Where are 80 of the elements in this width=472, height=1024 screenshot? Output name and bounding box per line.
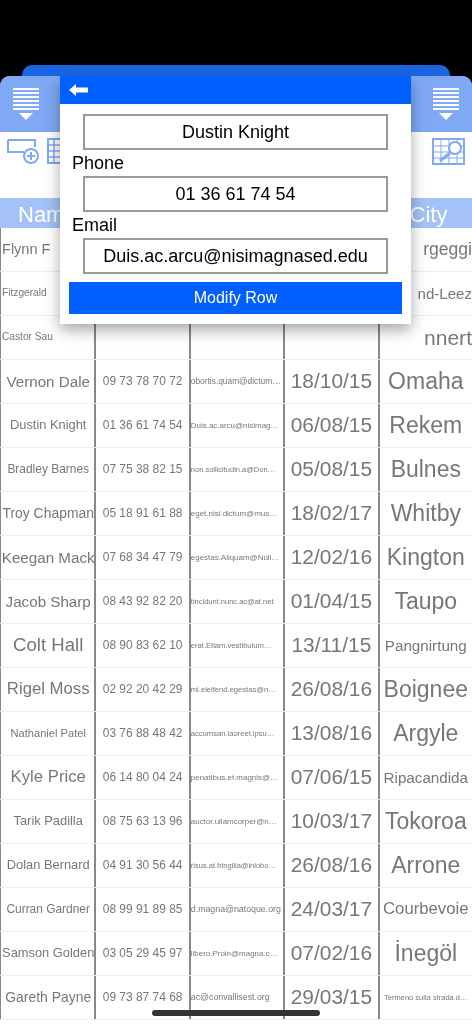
name-cell: Vernon Dale: [6, 373, 90, 390]
name-cell: Curran Gardner: [6, 903, 90, 916]
phone-cell: 05 18 91 61 88: [102, 507, 183, 520]
city-cell: Pangnirtung: [384, 637, 467, 654]
name-cell: Troy Chapman: [2, 506, 94, 521]
name-cell: Fitzgerald: [2, 288, 47, 299]
city-cell: Boignee: [383, 678, 468, 701]
name-cell: Tarik Padilla: [13, 815, 83, 828]
name-cell: Bradley Barnes: [7, 463, 89, 476]
city-cell: Rekem: [389, 414, 463, 437]
text-field[interactable]: 01 36 61 74 54: [83, 176, 388, 212]
city-cell: nd-Leez: [417, 285, 472, 302]
phone-cell: 08 75 63 13 96: [102, 815, 183, 828]
table-icon[interactable]: [47, 138, 61, 164]
text-field[interactable]: Duis.ac.arcu@nisimagnased.edu: [83, 238, 388, 274]
phone-cell: 08 99 91 89 85: [102, 903, 183, 916]
name-cell: Nathaniel Patel: [10, 727, 86, 740]
email-cell: obortis.quam@dictum…: [190, 377, 281, 386]
city-cell: Courbevoie: [383, 901, 469, 918]
city-cell: Tokoroa: [384, 810, 467, 833]
date-cell: 12/02/16: [290, 547, 373, 568]
menu-icon[interactable]: [11, 86, 41, 122]
name-cell: Keegan Mack: [2, 549, 95, 566]
phone-cell: 01 36 61 74 54: [102, 419, 183, 432]
date-cell: 18/10/15: [290, 371, 373, 392]
name-cell: Jacob Sharp: [5, 593, 91, 610]
city-cell: Ripacandida: [383, 769, 468, 786]
field-label: Email: [72, 214, 118, 236]
city-cell: Omaha: [388, 370, 464, 393]
phone-cell: 07 68 34 47 79: [102, 551, 183, 564]
back-arrow-icon[interactable]: [69, 84, 88, 96]
city-cell: rgeggi: [423, 240, 472, 259]
add-view-icon[interactable]: [7, 138, 39, 164]
city-cell: Arrone: [391, 854, 461, 877]
phone-cell: 06 14 80 04 24: [102, 771, 183, 784]
date-cell: 13/11/15: [291, 635, 372, 656]
name-cell: Colt Hall: [13, 636, 84, 655]
name-cell: Dolan Bernard: [6, 859, 90, 872]
name-cell: Castor Sau: [2, 332, 53, 343]
phone-cell: 03 05 29 45 97: [102, 947, 183, 960]
city-cell: Kington: [386, 546, 465, 569]
phone-cell: 07 75 38 82 15: [102, 463, 183, 476]
date-cell: 07/02/16: [290, 943, 373, 964]
city-cell: Argyle: [393, 722, 459, 745]
table-search-icon[interactable]: [432, 138, 465, 165]
date-cell: 24/03/17: [290, 899, 373, 920]
phone-cell: 03 76 88 48 42: [102, 727, 183, 740]
name-cell: Flynn F: [2, 242, 51, 257]
name-cell: Gareth Payne: [5, 990, 92, 1005]
city-cell: İnegöl: [394, 942, 458, 965]
date-cell: 13/08/16: [290, 723, 373, 744]
modify-row-button[interactable]: Modify Row: [69, 282, 402, 314]
date-cell: 07/06/15: [290, 767, 373, 788]
phone-cell: 04 91 30 56 44: [102, 859, 183, 872]
name-cell: Samson Golden: [2, 947, 95, 960]
phone-cell: 08 90 83 62 10: [102, 639, 183, 652]
city-cell: Taupo: [394, 590, 458, 613]
date-cell: 26/08/16: [290, 679, 373, 700]
text-field[interactable]: Dustin Knight: [83, 114, 388, 150]
name-cell: Rigel Moss: [6, 681, 90, 698]
name-cell: Dustin Knight: [9, 419, 87, 432]
date-cell: 18/02/17: [290, 503, 373, 524]
date-cell: 26/08/16: [290, 855, 373, 876]
email-cell: ac@convallisest.org: [190, 993, 270, 1002]
email-cell: d.magna@natoque.org: [190, 905, 281, 914]
phone-cell: 02 92 20 42 29: [102, 683, 183, 696]
name-cell: Kyle Price: [10, 769, 86, 786]
phone-cell: 09 73 87 74 68: [102, 991, 183, 1004]
city-cell: nnert: [423, 326, 472, 349]
phone-cell: 09 73 78 70 72: [102, 375, 183, 388]
city-cell: Whitby: [390, 502, 461, 525]
date-cell: 05/08/15: [290, 459, 373, 480]
date-cell: 10/03/17: [290, 811, 373, 832]
menu-icon[interactable]: [431, 86, 461, 122]
city-cell: Bulnes: [390, 458, 461, 481]
date-cell: 01/04/15: [290, 591, 373, 612]
field-label: Phone: [72, 152, 126, 174]
date-cell: 29/03/15: [290, 987, 373, 1008]
phone-cell: 08 43 92 82 20: [102, 595, 183, 608]
date-cell: 06/08/15: [290, 415, 373, 436]
